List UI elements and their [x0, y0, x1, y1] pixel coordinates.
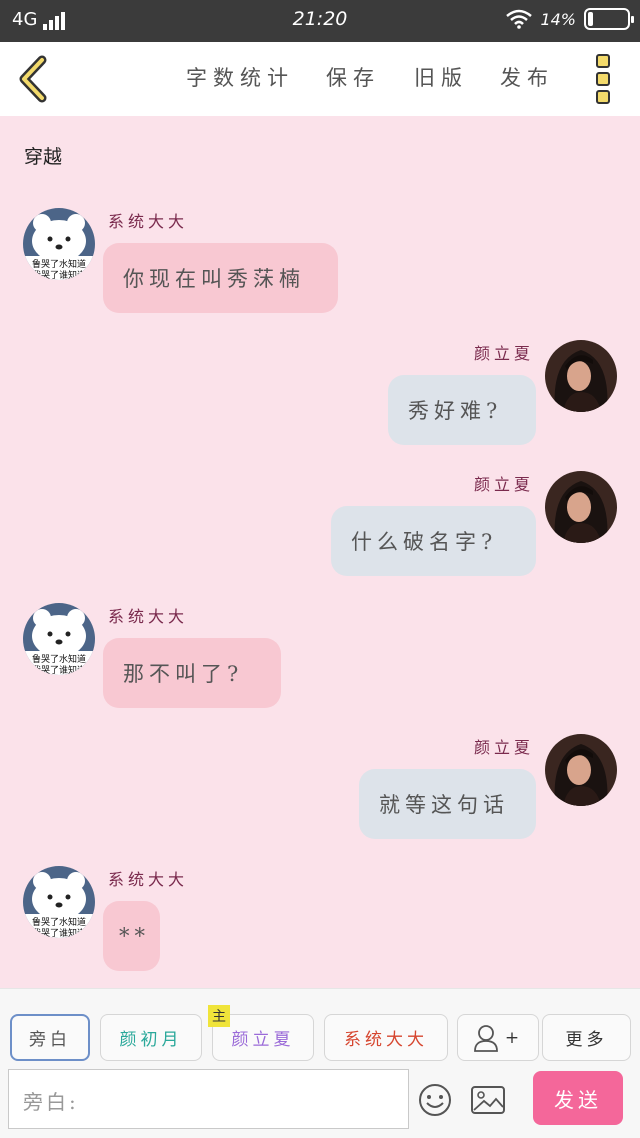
image-icon: [471, 1086, 505, 1114]
old-version-button[interactable]: 旧版: [414, 62, 468, 92]
status-bar: 4G 21:20 14%: [0, 0, 640, 42]
sender-name: 颜立夏: [473, 475, 534, 494]
svg-text:我哭了谁知道: 我哭了谁知道: [32, 664, 86, 675]
svg-text:鲁哭了水知道: 鲁哭了水知道: [32, 258, 86, 270]
svg-text:我哭了谁知道: 我哭了谁知道: [32, 269, 86, 280]
svg-text:鲁哭了水知道: 鲁哭了水知道: [32, 916, 86, 928]
message-bubble[interactable]: 你现在叫秀莯楠: [103, 243, 338, 313]
add-role-plus: +: [504, 1027, 524, 1048]
avatar-system[interactable]: 鲁哭了水知道 我哭了谁知道: [23, 866, 95, 938]
sender-name: 系统大大: [108, 870, 189, 889]
add-role-button[interactable]: +: [457, 1014, 539, 1061]
sender-name: 颜立夏: [473, 344, 534, 363]
sender-name: 系统大大: [108, 212, 189, 231]
more-button[interactable]: 更多: [542, 1014, 631, 1061]
role-system-button[interactable]: 系统大大: [324, 1014, 448, 1061]
sender-name: 颜立夏: [473, 738, 534, 757]
avatar-yan-lixia[interactable]: [545, 734, 617, 806]
image-button[interactable]: [470, 1085, 506, 1115]
chapter-title: 穿越: [24, 146, 63, 168]
role-narrator-button[interactable]: 旁白: [10, 1014, 90, 1061]
wifi-icon: [506, 9, 533, 29]
svg-text:鲁哭了水知道: 鲁哭了水知道: [32, 653, 86, 665]
composer-panel: 旁白 颜初月 颜立夏 主 系统大大 + 更多 旁白: 发送: [0, 988, 640, 1138]
avatar-system[interactable]: 鲁哭了水知道 我哭了谁知道: [23, 603, 95, 675]
add-user-icon: [473, 1024, 498, 1052]
chevron-left-icon: [19, 55, 47, 103]
avatar-yan-lixia[interactable]: [545, 471, 617, 543]
message-bubble[interactable]: **: [103, 901, 160, 971]
send-button[interactable]: 发送: [533, 1071, 623, 1125]
svg-text:我哭了谁知道: 我哭了谁知道: [32, 927, 86, 938]
back-button[interactable]: [14, 54, 54, 104]
message-bubble[interactable]: 那不叫了?: [103, 638, 281, 708]
battery-percent: 14%: [540, 9, 576, 29]
message-bubble[interactable]: 秀好难?: [388, 375, 536, 445]
avatar-yan-lixia[interactable]: [545, 340, 617, 412]
message-input[interactable]: 旁白:: [8, 1069, 409, 1129]
main-character-tag: 主: [208, 1005, 230, 1027]
status-right: 14%: [506, 8, 634, 30]
smiley-icon: [419, 1084, 451, 1116]
battery-icon: [584, 8, 634, 30]
kebab-menu-icon[interactable]: [596, 54, 614, 104]
message-bubble[interactable]: 什么破名字?: [331, 506, 536, 576]
publish-button[interactable]: 发布: [500, 62, 554, 92]
avatar-system[interactable]: 鲁哭了水知道 我哭了谁知道: [23, 208, 95, 280]
emoji-button[interactable]: [418, 1083, 452, 1117]
editor-toolbar: 字数统计 保存 旧版 发布: [0, 42, 640, 116]
sender-name: 系统大大: [108, 607, 189, 626]
message-bubble[interactable]: 就等这句话: [359, 769, 536, 839]
word-count-button[interactable]: 字数统计: [186, 62, 294, 92]
role-yan-chuyue-button[interactable]: 颜初月: [100, 1014, 202, 1061]
save-button[interactable]: 保存: [326, 62, 380, 92]
